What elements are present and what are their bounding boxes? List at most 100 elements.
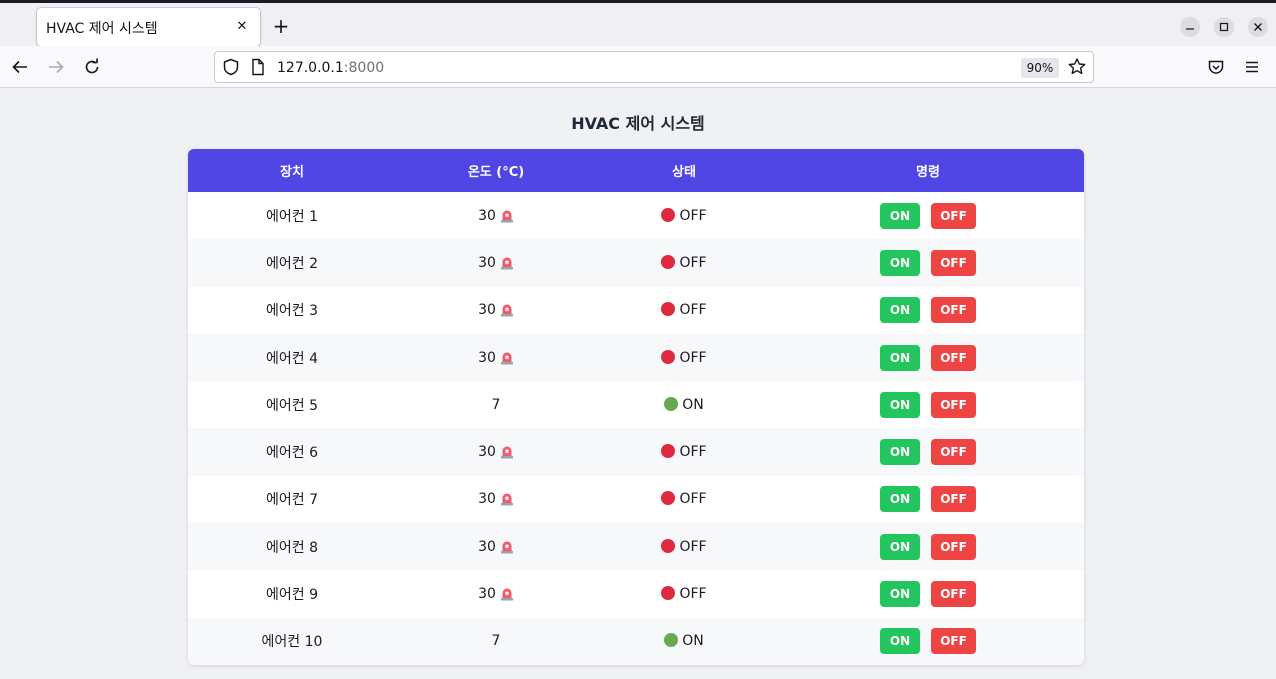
table-row: 에어컨 5 7 ON ON OFF (188, 381, 1084, 428)
turn-on-button[interactable]: ON (880, 439, 920, 466)
browser-tab[interactable]: HVAC 제어 시스템 ✕ (37, 8, 260, 46)
header-temperature: 온도 (°C) (467, 165, 525, 180)
navigation-bar: 127.0.0.1:8000 90% (0, 46, 1276, 88)
status-text: OFF (679, 207, 707, 224)
status-cell: OFF (596, 428, 772, 475)
status-cell: OFF (596, 334, 772, 381)
turn-off-button[interactable]: OFF (931, 297, 976, 324)
device-cell: 에어컨 3 (188, 287, 396, 334)
temperature-cell: 30 (396, 287, 596, 334)
close-tab-icon[interactable]: ✕ (232, 16, 252, 36)
close-window-button[interactable] (1248, 17, 1268, 37)
status-text: ON (682, 396, 704, 413)
status-dot-icon (661, 207, 676, 222)
status-text: OFF (679, 586, 707, 603)
turn-off-button[interactable]: OFF (931, 202, 976, 229)
tab-title: HVAC 제어 시스템 (46, 21, 158, 37)
temperature-value: 30 (478, 491, 496, 508)
command-cell: ON OFF (772, 334, 1084, 381)
temperature-value: 30 (478, 302, 496, 319)
device-name: 에어컨 8 (266, 539, 318, 556)
turn-off-button[interactable]: OFF (931, 391, 976, 418)
address-bar[interactable]: 127.0.0.1:8000 90% (214, 51, 1094, 83)
turn-off-button[interactable]: OFF (931, 249, 976, 276)
status-cell: OFF (596, 192, 772, 239)
turn-off-button[interactable]: OFF (931, 628, 976, 655)
command-cell: ON OFF (772, 381, 1084, 428)
status-cell: OFF (596, 570, 772, 617)
hvac-table: 장치 온도 (°C) 상태 명령 에어컨 1 30 OFF ON OFF 에어컨 2 30 O… (188, 149, 1084, 665)
device-name: 에어컨 3 (266, 303, 318, 320)
status-dot-icon (661, 444, 676, 459)
device-cell: 에어컨 6 (188, 428, 396, 475)
status-text: OFF (679, 444, 707, 461)
device-cell: 에어컨 8 (188, 523, 396, 570)
pocket-icon (1208, 60, 1224, 74)
turn-on-button[interactable]: ON (880, 297, 920, 324)
table-body: 에어컨 1 30 OFF ON OFF 에어컨 2 30 OFF ON OFF 에어컨 3 30 OFF… (188, 192, 1084, 665)
command-cell: ON OFF (772, 476, 1084, 523)
turn-on-button[interactable]: ON (880, 391, 920, 418)
minimize-icon (1186, 28, 1194, 30)
header-device: 장치 (280, 165, 304, 180)
url-text[interactable]: 127.0.0.1:8000 (277, 60, 384, 76)
status-cell: ON (596, 381, 772, 428)
reload-button[interactable] (80, 55, 104, 79)
turn-on-button[interactable]: ON (880, 581, 920, 608)
status-dot-icon (661, 254, 676, 269)
siren-alarm-icon (500, 493, 513, 506)
device-name: 에어컨 5 (266, 397, 318, 414)
turn-on-button[interactable]: ON (880, 486, 920, 513)
device-cell: 에어컨 10 (188, 618, 396, 665)
turn-on-button[interactable]: ON (880, 628, 920, 655)
minimize-window-button[interactable] (1180, 17, 1200, 37)
back-button[interactable] (8, 55, 32, 79)
maximize-window-button[interactable] (1214, 17, 1234, 37)
command-cell: ON OFF (772, 239, 1084, 286)
forward-button[interactable] (44, 55, 68, 79)
turn-off-button[interactable]: OFF (931, 581, 976, 608)
back-arrow-icon (12, 60, 27, 74)
command-cell: ON OFF (772, 618, 1084, 665)
new-tab-icon[interactable]: + (270, 14, 292, 38)
turn-off-button[interactable]: OFF (931, 439, 976, 466)
maximize-icon (1219, 22, 1229, 32)
turn-on-button[interactable]: ON (880, 533, 920, 560)
turn-on-button[interactable]: ON (880, 344, 920, 371)
temperature-cell: 30 (396, 570, 596, 617)
device-name: 에어컨 2 (266, 255, 318, 272)
turn-off-button[interactable]: OFF (931, 486, 976, 513)
turn-on-button[interactable]: ON (880, 249, 920, 276)
command-cell: ON OFF (772, 192, 1084, 239)
table-header-row: 장치 온도 (°C) 상태 명령 (188, 149, 1084, 192)
device-name: 에어컨 10 (261, 634, 323, 651)
temperature-value: 30 (478, 538, 496, 555)
device-name: 에어컨 9 (266, 587, 318, 604)
status-text: OFF (679, 349, 707, 366)
status-dot-icon (661, 302, 676, 317)
shield-icon[interactable] (222, 58, 240, 76)
bookmark-star-icon[interactable] (1067, 57, 1087, 77)
table-row: 에어컨 6 30 OFF ON OFF (188, 428, 1084, 476)
command-cell: ON OFF (772, 428, 1084, 475)
temperature-cell: 30 (396, 334, 596, 381)
temperature-cell: 30 (396, 192, 596, 239)
page-icon[interactable] (250, 58, 266, 76)
device-cell: 에어컨 2 (188, 239, 396, 286)
turn-on-button[interactable]: ON (880, 202, 920, 229)
pocket-button[interactable] (1204, 55, 1228, 79)
table-row: 에어컨 1 30 OFF ON OFF (188, 192, 1084, 239)
zoom-level-badge[interactable]: 90% (1021, 58, 1059, 78)
siren-alarm-icon (500, 446, 513, 459)
header-command: 명령 (916, 165, 940, 180)
status-dot-icon (661, 538, 676, 553)
forward-arrow-icon (49, 60, 64, 74)
turn-off-button[interactable]: OFF (931, 344, 976, 371)
url-host: 127.0.0.1 (277, 60, 344, 76)
siren-alarm-icon (500, 210, 513, 223)
status-cell: ON (596, 618, 772, 665)
menu-button[interactable] (1240, 55, 1264, 79)
siren-alarm-icon (500, 304, 513, 317)
turn-off-button[interactable]: OFF (931, 533, 976, 560)
table-row: 에어컨 2 30 OFF ON OFF (188, 239, 1084, 287)
